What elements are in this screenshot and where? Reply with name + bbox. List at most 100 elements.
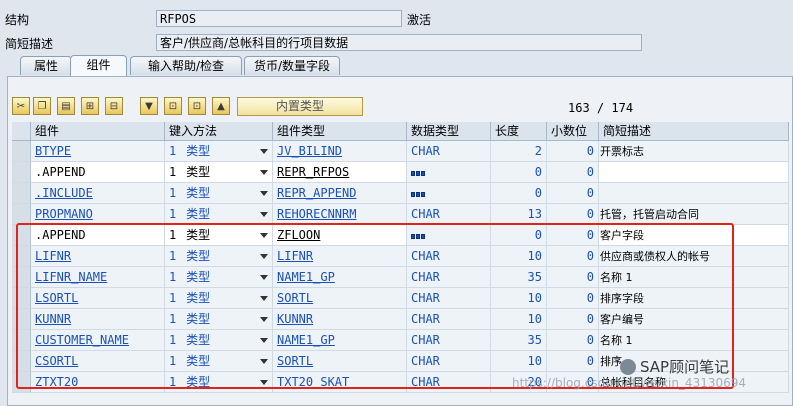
- status-text: 激活: [407, 13, 432, 27]
- short-desc-cell: [599, 183, 789, 204]
- typing-method: 类型: [186, 186, 211, 200]
- pager-current: 163: [568, 101, 590, 115]
- builtin-type-button[interactable]: 内置类型: [237, 97, 363, 116]
- data-type: CHAR: [411, 144, 440, 158]
- short-desc-cell: 托管，托管启动合同: [599, 204, 789, 225]
- tab-input-help-check[interactable]: 输入帮助/检查: [130, 56, 242, 75]
- length-cell: 0: [491, 183, 547, 204]
- length-cell: 0: [491, 162, 547, 183]
- decimals-value: 0: [586, 207, 594, 221]
- typing-method: 类型: [186, 144, 211, 158]
- typing-method-cell[interactable]: 1 类型: [165, 162, 273, 183]
- select-all-header[interactable]: [12, 122, 31, 141]
- dropdown-arrow-icon[interactable]: [260, 149, 268, 154]
- component-name[interactable]: PROPMANO: [35, 207, 93, 221]
- typing-method-cell[interactable]: 1 类型: [165, 141, 273, 162]
- paste-icon[interactable]: ▤: [57, 97, 75, 115]
- typing-count: 1: [169, 186, 177, 200]
- component-type[interactable]: REPR_RFPOS: [277, 165, 349, 179]
- component-type-cell[interactable]: JV_BILIND: [273, 141, 407, 162]
- component-name: .APPEND: [35, 165, 86, 179]
- insert-row-icon[interactable]: ⊞: [81, 97, 99, 115]
- typing-method-cell[interactable]: 1 类型: [165, 183, 273, 204]
- pager-separator: /: [596, 101, 605, 115]
- dropdown-arrow-icon[interactable]: [260, 170, 268, 175]
- decimals-cell: 0: [547, 162, 599, 183]
- delete-row-icon[interactable]: ⊟: [105, 97, 123, 115]
- short-desc-cell: [599, 162, 789, 183]
- col-header-length[interactable]: 长度: [491, 122, 547, 141]
- typing-count: 1: [169, 165, 177, 179]
- col-header-typing-method[interactable]: 键入方法: [165, 122, 273, 141]
- length-cell: 2: [491, 141, 547, 162]
- next-page-icon[interactable]: ▲: [212, 97, 230, 115]
- col-header-decimals[interactable]: 小数位: [547, 122, 599, 141]
- wechat-icon: [620, 359, 636, 375]
- data-type-cell: CHAR: [407, 141, 491, 162]
- short-desc: 托管，托管启动合同: [600, 208, 699, 221]
- row-selector[interactable]: [12, 141, 31, 162]
- row-selector[interactable]: [12, 183, 31, 204]
- data-type-cell: [407, 183, 491, 204]
- col-header-short-desc[interactable]: 简短描述: [599, 122, 789, 141]
- component-name[interactable]: .INCLUDE: [35, 186, 93, 200]
- row-pager: 163 / 174: [568, 101, 633, 115]
- decimals-cell: 0: [547, 141, 599, 162]
- first-page-icon[interactable]: ⊡: [164, 97, 182, 115]
- decimals-cell: 0: [547, 183, 599, 204]
- tab-currency-quantity[interactable]: 货币/数量字段: [244, 56, 340, 75]
- row-selector[interactable]: [12, 162, 31, 183]
- pager-total: 174: [611, 101, 634, 115]
- length-cell: 13: [491, 204, 547, 225]
- structure-icon: [411, 183, 426, 203]
- length-value: 0: [534, 165, 542, 179]
- component-type[interactable]: JV_BILIND: [277, 144, 342, 158]
- typing-method: 类型: [186, 207, 211, 221]
- cut-icon[interactable]: ✂: [12, 97, 30, 115]
- component-type-cell[interactable]: REPR_APPEND: [273, 183, 407, 204]
- length-value: 0: [534, 186, 542, 200]
- decimals-cell: 0: [547, 204, 599, 225]
- decimals-value: 0: [586, 165, 594, 179]
- tab-attributes[interactable]: 属性: [20, 56, 72, 75]
- component-name[interactable]: BTYPE: [35, 144, 71, 158]
- component-cell[interactable]: BTYPE: [31, 141, 165, 162]
- data-type-cell: [407, 162, 491, 183]
- col-header-component-type[interactable]: 组件类型: [273, 122, 407, 141]
- decimals-value: 0: [586, 186, 594, 200]
- structure-name-field[interactable]: RFPOS: [156, 10, 402, 27]
- short-desc: 开票标志: [600, 145, 644, 158]
- col-header-data-type[interactable]: 数据类型: [407, 122, 491, 141]
- component-type-cell[interactable]: REHORECNNRM: [273, 204, 407, 225]
- description-label: 简短描述: [5, 37, 54, 51]
- dropdown-arrow-icon[interactable]: [260, 212, 268, 217]
- tab-components[interactable]: 组件: [70, 55, 127, 76]
- find-icon[interactable]: ▼: [140, 97, 158, 115]
- data-type-cell: CHAR: [407, 204, 491, 225]
- blog-url-watermark: https://blog.csdn.net/weixin_43130694: [512, 376, 747, 390]
- prev-page-icon[interactable]: ⊡: [188, 97, 206, 115]
- component-cell[interactable]: .INCLUDE: [31, 183, 165, 204]
- component-type[interactable]: REHORECNNRM: [277, 207, 356, 221]
- col-header-component[interactable]: 组件: [31, 122, 165, 141]
- dropdown-arrow-icon[interactable]: [260, 191, 268, 196]
- watermark-text: SAP顾问笔记: [640, 358, 730, 376]
- structure-icon: [411, 162, 426, 182]
- component-type[interactable]: REPR_APPEND: [277, 186, 356, 200]
- data-type: CHAR: [411, 207, 440, 221]
- decimals-value: 0: [586, 144, 594, 158]
- typing-method: 类型: [186, 165, 211, 179]
- typing-count: 1: [169, 144, 177, 158]
- length-value: 13: [527, 207, 542, 221]
- component-cell[interactable]: .APPEND: [31, 162, 165, 183]
- structure-label: 结构: [5, 13, 30, 27]
- typing-count: 1: [169, 207, 177, 221]
- row-selector[interactable]: [12, 204, 31, 225]
- copy-icon[interactable]: ❐: [33, 97, 51, 115]
- short-desc-cell: 开票标志: [599, 141, 789, 162]
- typing-method-cell[interactable]: 1 类型: [165, 204, 273, 225]
- length-value: 2: [534, 144, 542, 158]
- description-field[interactable]: 客户/供应商/总帐科目的行项目数据: [156, 34, 642, 51]
- component-cell[interactable]: PROPMANO: [31, 204, 165, 225]
- component-type-cell[interactable]: REPR_RFPOS: [273, 162, 407, 183]
